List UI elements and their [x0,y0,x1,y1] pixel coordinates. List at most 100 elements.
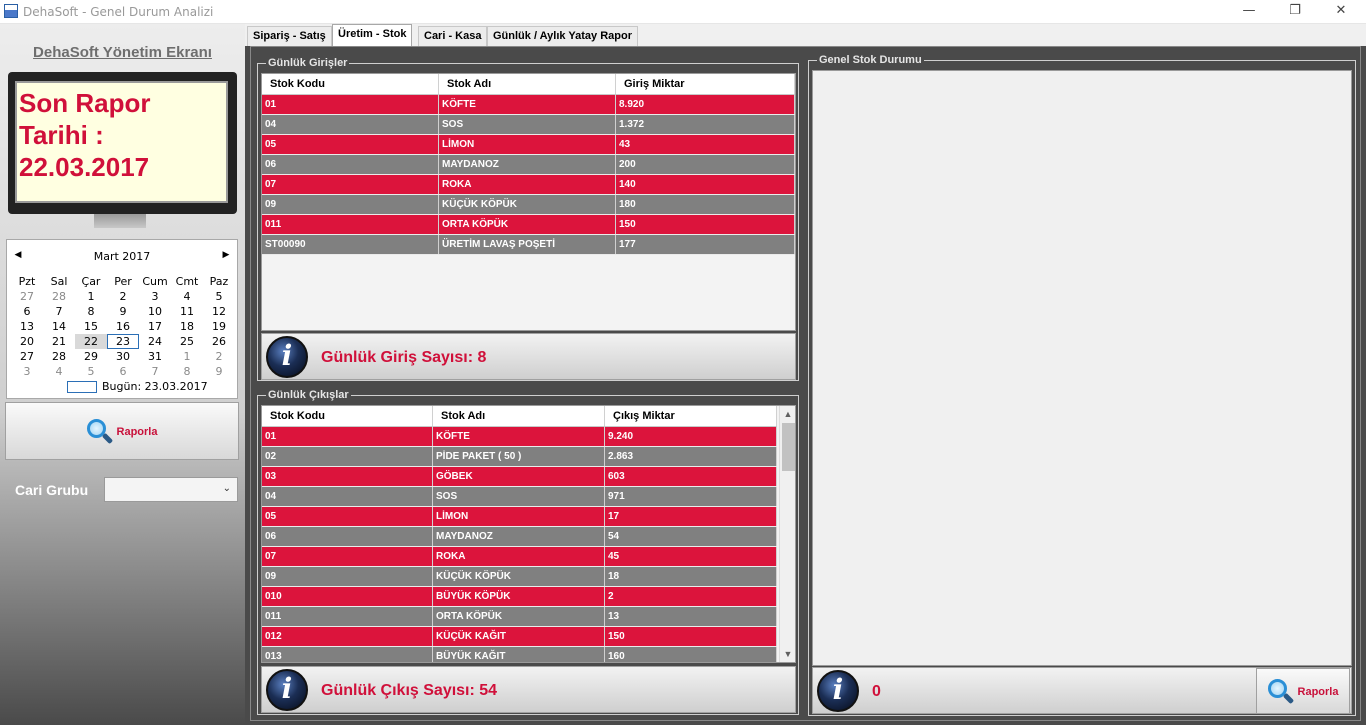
calendar-day[interactable]: 17 [139,319,171,334]
calendar-day[interactable]: 7 [43,304,75,319]
cari-grubu-select[interactable]: ⌄ [104,477,238,502]
next-month-icon[interactable]: ▶ [219,250,233,260]
calendar-day[interactable]: 4 [171,289,203,304]
cari-grubu-label: Cari Grubu [15,482,89,498]
calendar-day[interactable]: 1 [171,349,203,364]
calendar-today-line[interactable]: Bugün: 23.03.2017 [67,380,208,393]
vertical-scrollbar[interactable]: ▲ ▼ [779,406,795,662]
scroll-thumb[interactable] [782,423,795,471]
calendar-day[interactable]: 21 [43,334,75,349]
calendar-grid: Pzt Sal Çar Per Cum Cmt Paz 27 28 1 2 3 4 5 6 7 8 9 10 11 12… [11,274,235,379]
restore-icon[interactable]: ❐ [1272,0,1318,24]
scroll-down-icon[interactable]: ▼ [780,646,795,662]
month-calendar[interactable]: ◀ Mart 2017 ▶ Pzt Sal Çar Per Cum Cmt Paz 27 28 1… [6,239,238,399]
close-icon[interactable]: ✕ [1318,0,1364,24]
table-cell: ROKA [439,175,616,194]
calendar-day[interactable]: 16 [107,319,139,334]
raporla-button[interactable]: Raporla [5,402,239,460]
calendar-day[interactable]: 10 [139,304,171,319]
table-row[interactable]: 05 LİMON 17 [262,507,777,527]
calendar-day[interactable]: 9 [107,304,139,319]
table-row[interactable]: 011 ORTA KÖPÜK 150 [262,215,795,235]
table-cell: 160 [605,647,777,662]
tab-gunluk-aylik-rapor[interactable]: Günlük / Aylık Yatay Rapor [487,26,638,46]
table-row[interactable]: 05 LİMON 43 [262,135,795,155]
tab-uretim-stok[interactable]: Üretim - Stok [332,24,413,46]
cikislar-table[interactable]: Stok Kodu Stok Adı Çıkış Miktar 01 KÖFTE 9… [261,405,796,663]
minimize-icon[interactable]: — [1226,0,1272,24]
calendar-week: 3456789 [11,364,235,379]
table-row[interactable]: 07 ROKA 140 [262,175,795,195]
today-label: Bugün: 23.03.2017 [102,380,208,393]
column-header[interactable]: Çıkış Miktar [605,406,777,426]
table-row[interactable]: 04 SOS 971 [262,487,777,507]
calendar-day[interactable]: 19 [203,319,235,334]
calendar-day[interactable]: 8 [171,364,203,379]
calendar-day[interactable]: 5 [75,364,107,379]
calendar-day[interactable]: 30 [107,349,139,364]
calendar-day[interactable]: 3 [139,289,171,304]
calendar-day[interactable]: 1 [75,289,107,304]
calendar-day[interactable]: 5 [203,289,235,304]
genel-stok-raporla-button[interactable]: Raporla [1256,668,1350,714]
table-cell: 180 [616,195,795,214]
calendar-day[interactable]: 7 [139,364,171,379]
girisler-table[interactable]: Stok Kodu Stok Adı Giriş Miktar 01 KÖFTE 8… [261,73,796,331]
table-row[interactable]: 01 KÖFTE 8.920 [262,95,795,115]
table-row[interactable]: 01 KÖFTE 9.240 [262,427,777,447]
table-row[interactable]: 09 KÜÇÜK KÖPÜK 18 [262,567,777,587]
calendar-day[interactable]: 3 [11,364,43,379]
calendar-day[interactable]: 15 [75,319,107,334]
table-row[interactable]: 09 KÜÇÜK KÖPÜK 180 [262,195,795,215]
calendar-day[interactable]: 6 [107,364,139,379]
calendar-day[interactable]: 28 [43,289,75,304]
genel-stok-grid[interactable] [812,70,1352,666]
calendar-day[interactable]: 27 [11,289,43,304]
table-row[interactable]: 07 ROKA 45 [262,547,777,567]
calendar-day[interactable]: 18 [171,319,203,334]
table-row[interactable]: 06 MAYDANOZ 54 [262,527,777,547]
calendar-day[interactable]: 2 [203,349,235,364]
calendar-month-label[interactable]: Mart 2017 [7,250,237,263]
calendar-day[interactable]: 13 [11,319,43,334]
calendar-header: ◀ Mart 2017 ▶ [7,250,237,266]
calendar-day[interactable]: 20 [11,334,43,349]
table-cell: BÜYÜK KÖPÜK [433,587,605,606]
scroll-up-icon[interactable]: ▲ [780,406,795,422]
column-header[interactable]: Stok Kodu [262,74,439,94]
table-row[interactable]: 06 MAYDANOZ 200 [262,155,795,175]
column-header[interactable]: Giriş Miktar [616,74,795,94]
calendar-day[interactable]: 27 [11,349,43,364]
calendar-day[interactable]: 23 [107,334,139,349]
calendar-day[interactable]: 28 [43,349,75,364]
table-row[interactable]: 011 ORTA KÖPÜK 13 [262,607,777,627]
tab-cari-kasa[interactable]: Cari - Kasa [418,26,488,46]
calendar-day[interactable]: 8 [75,304,107,319]
calendar-day[interactable]: 11 [171,304,203,319]
table-row[interactable]: 03 GÖBEK 603 [262,467,777,487]
calendar-day[interactable]: 25 [171,334,203,349]
calendar-day[interactable]: 6 [11,304,43,319]
calendar-day[interactable]: 26 [203,334,235,349]
calendar-day[interactable]: 22 [75,334,107,349]
table-row[interactable]: 013 BÜYÜK KAĞIT 160 [262,647,777,662]
table-row[interactable]: 04 SOS 1.372 [262,115,795,135]
calendar-day[interactable]: 4 [43,364,75,379]
table-row[interactable]: 010 BÜYÜK KÖPÜK 2 [262,587,777,607]
table-row[interactable]: 02 PİDE PAKET ( 50 ) 2.863 [262,447,777,467]
calendar-day[interactable]: 24 [139,334,171,349]
column-header[interactable]: Stok Adı [433,406,605,426]
calendar-day[interactable]: 14 [43,319,75,334]
calendar-day[interactable]: 31 [139,349,171,364]
table-row[interactable]: 012 KÜÇÜK KAĞIT 150 [262,627,777,647]
calendar-day[interactable]: 2 [107,289,139,304]
calendar-day[interactable]: 9 [203,364,235,379]
calendar-day[interactable]: 12 [203,304,235,319]
tab-siparis-satis[interactable]: Sipariş - Satış [247,26,332,46]
calendar-week: 20 21 22 23 24 25 26 [11,334,235,349]
calendar-day[interactable]: 29 [75,349,107,364]
table-row[interactable]: ST00090 ÜRETİM LAVAŞ POŞETİ 177 [262,235,795,255]
monitor-stand [94,214,146,228]
column-header[interactable]: Stok Kodu [262,406,433,426]
column-header[interactable]: Stok Adı [439,74,616,94]
